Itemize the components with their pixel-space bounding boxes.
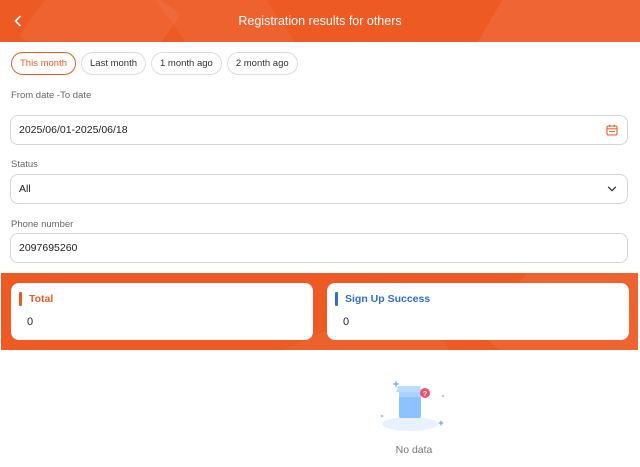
chevron-down-icon: [605, 182, 619, 196]
total-card: Total 0: [11, 283, 313, 340]
success-accent-bar: [335, 292, 338, 306]
status-label: Status: [11, 159, 38, 170]
tab-1-month-ago[interactable]: 1 month ago: [151, 52, 222, 75]
phone-input[interactable]: 2097695260: [10, 233, 628, 263]
svg-text:?: ?: [423, 391, 427, 398]
tab-last-month[interactable]: Last month: [81, 52, 146, 75]
date-range-label: From date -To date: [11, 90, 92, 101]
success-value: 0: [343, 316, 350, 328]
tab-this-month[interactable]: This month: [11, 52, 76, 75]
tab-2-month-ago[interactable]: 2 month ago: [226, 52, 298, 75]
total-title: Total: [29, 293, 54, 305]
phone-value: 2097695260: [19, 242, 78, 254]
empty-state-text: No data: [395, 444, 433, 456]
status-select[interactable]: All: [10, 174, 628, 204]
sign-up-success-card: Sign Up Success 0: [327, 283, 629, 340]
period-tabs: This month Last month 1 month ago 2 mont…: [11, 52, 298, 75]
empty-box-icon: ?: [368, 372, 454, 438]
app-header: Registration results for others: [0, 0, 640, 42]
phone-label: Phone number: [11, 219, 74, 230]
total-accent-bar: [19, 292, 22, 306]
date-range-field[interactable]: 2025/06/01-2025/06/18: [10, 115, 628, 145]
success-title: Sign Up Success: [345, 293, 431, 305]
calendar-icon[interactable]: [605, 123, 619, 137]
total-value: 0: [27, 316, 34, 328]
page-title: Registration results for others: [238, 14, 402, 28]
status-value: All: [19, 183, 31, 195]
date-range-value: 2025/06/01-2025/06/18: [19, 124, 128, 136]
